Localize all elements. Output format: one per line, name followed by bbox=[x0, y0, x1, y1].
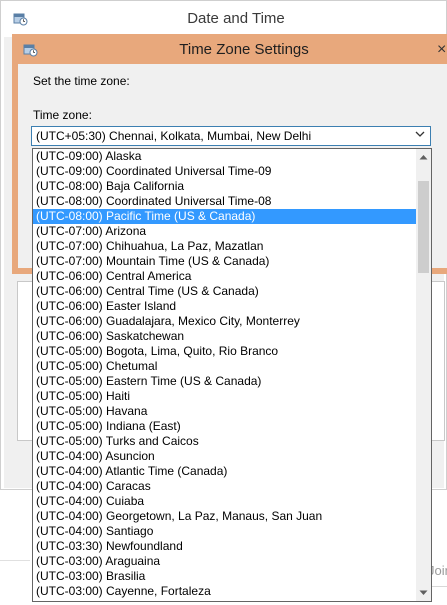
time-zone-select[interactable]: (UTC+05:30) Chennai, Kolkata, Mumbai, Ne… bbox=[31, 126, 431, 146]
close-button[interactable]: × bbox=[437, 38, 447, 62]
scrollbar-thumb[interactable] bbox=[418, 181, 429, 273]
time-zone-label: Time zone: bbox=[33, 108, 92, 122]
time-zone-option[interactable]: (UTC-03:30) Newfoundland bbox=[33, 539, 416, 554]
time-zone-option[interactable]: (UTC-04:00) Cuiaba bbox=[33, 494, 416, 509]
time-zone-option[interactable]: (UTC-05:00) Haiti bbox=[33, 389, 416, 404]
time-zone-option[interactable]: (UTC-08:00) Coordinated Universal Time-0… bbox=[33, 194, 416, 209]
scroll-up-button[interactable] bbox=[416, 149, 431, 165]
chevron-down-icon bbox=[414, 129, 426, 143]
time-zone-option[interactable]: (UTC-06:00) Saskatchewan bbox=[33, 329, 416, 344]
time-zone-option[interactable]: (UTC-07:00) Chihuahua, La Paz, Mazatlan bbox=[33, 239, 416, 254]
time-zone-option[interactable]: (UTC-04:00) Santiago bbox=[33, 524, 416, 539]
time-zone-option[interactable]: (UTC-09:00) Alaska bbox=[33, 149, 416, 164]
time-zone-option[interactable]: (UTC-04:00) Atlantic Time (Canada) bbox=[33, 464, 416, 479]
dropdown-scrollbar[interactable] bbox=[416, 149, 431, 601]
date-and-time-titlebar: Date and Time bbox=[1, 1, 446, 37]
scroll-down-arrow-icon bbox=[419, 590, 428, 595]
time-zone-option[interactable]: (UTC-07:00) Arizona bbox=[33, 224, 416, 239]
time-zone-option[interactable]: (UTC-08:00) Pacific Time (US & Canada) bbox=[33, 209, 416, 224]
scroll-down-button[interactable] bbox=[416, 585, 431, 601]
time-zone-option[interactable]: (UTC-08:00) Baja California bbox=[33, 179, 416, 194]
time-zone-option[interactable]: (UTC-04:00) Georgetown, La Paz, Manaus, … bbox=[33, 509, 416, 524]
time-zone-dropdown-list[interactable]: (UTC-09:00) Alaska (UTC-09:00) Coordinate… bbox=[32, 148, 432, 602]
date-and-time-title: Date and Time bbox=[187, 10, 285, 27]
time-zone-option[interactable]: (UTC-06:00) Guadalajara, Mexico City, Mo… bbox=[33, 314, 416, 329]
time-zone-option[interactable]: (UTC-06:00) Central Time (US & Canada) bbox=[33, 284, 416, 299]
close-icon: × bbox=[437, 41, 447, 58]
time-zone-option[interactable]: (UTC-05:00) Chetumal bbox=[33, 359, 416, 374]
time-zone-option[interactable]: (UTC-05:00) Turks and Caicos bbox=[33, 434, 416, 449]
time-zone-option[interactable]: (UTC-05:00) Eastern Time (US & Canada) bbox=[33, 374, 416, 389]
below-window-divider bbox=[0, 560, 30, 561]
set-time-zone-prompt: Set the time zone: bbox=[33, 74, 130, 88]
time-zone-option[interactable]: (UTC-03:00) Araguaina bbox=[33, 554, 416, 569]
time-zone-option[interactable]: (UTC-09:00) Coordinated Universal Time-0… bbox=[33, 164, 416, 179]
time-zone-selected-value: (UTC+05:30) Chennai, Kolkata, Mumbai, Ne… bbox=[36, 129, 312, 143]
time-zone-option[interactable]: (UTC-06:00) Central America bbox=[33, 269, 416, 284]
time-zone-option[interactable]: (UTC-05:00) Indiana (East) bbox=[33, 419, 416, 434]
time-zone-option[interactable]: (UTC-05:00) Bogota, Lima, Quito, Rio Bra… bbox=[33, 344, 416, 359]
time-zone-options: (UTC-09:00) Alaska (UTC-09:00) Coordinate… bbox=[33, 149, 416, 599]
time-zone-option[interactable]: (UTC-06:00) Easter Island bbox=[33, 299, 416, 314]
scroll-up-arrow-icon bbox=[419, 155, 428, 160]
time-zone-dialog-title: Time Zone Settings bbox=[179, 41, 309, 58]
time-zone-option[interactable]: (UTC-05:00) Havana bbox=[33, 404, 416, 419]
time-zone-option[interactable]: (UTC-03:00) Brasilia bbox=[33, 569, 416, 584]
time-zone-option[interactable]: (UTC-07:00) Mountain Time (US & Canada) bbox=[33, 254, 416, 269]
time-zone-option[interactable]: (UTC-04:00) Asuncion bbox=[33, 449, 416, 464]
chevron-down-glyph bbox=[415, 131, 425, 137]
time-zone-option[interactable]: (UTC-04:00) Caracas bbox=[33, 479, 416, 494]
time-zone-option[interactable]: (UTC-03:00) Cayenne, Fortaleza bbox=[33, 584, 416, 599]
